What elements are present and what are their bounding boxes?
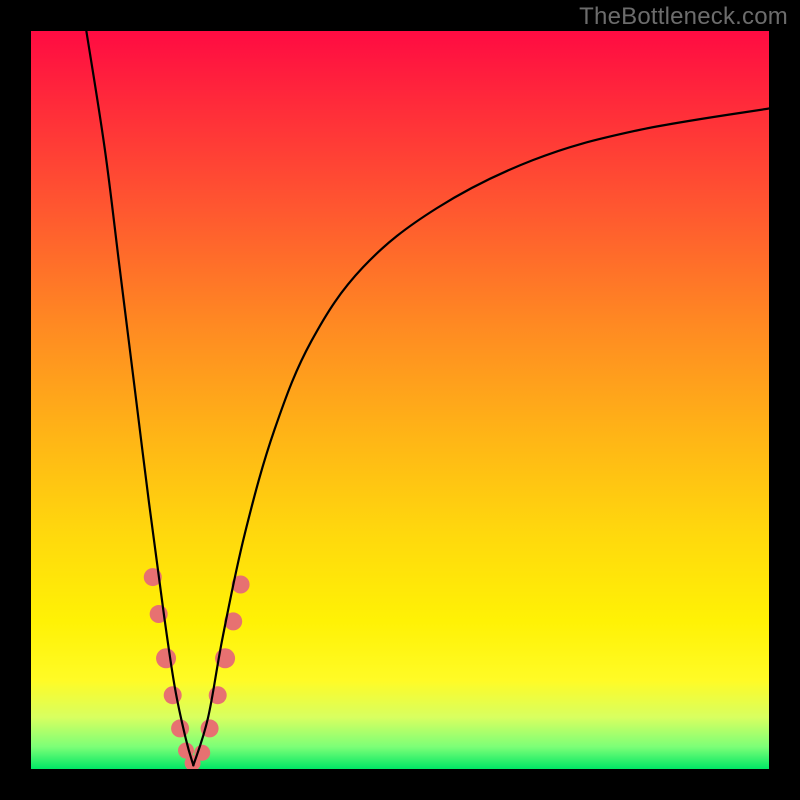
watermark-text: TheBottleneck.com — [579, 3, 788, 31]
curve-left-branch — [86, 31, 193, 765]
data-dot — [156, 648, 176, 668]
data-dot — [164, 686, 182, 704]
plot-area — [31, 31, 769, 769]
pink-dots-group — [144, 568, 250, 769]
chart-svg — [31, 31, 769, 769]
chart-frame: TheBottleneck.com — [0, 0, 800, 800]
data-dot — [171, 719, 189, 737]
curve-right-branch — [193, 108, 769, 765]
